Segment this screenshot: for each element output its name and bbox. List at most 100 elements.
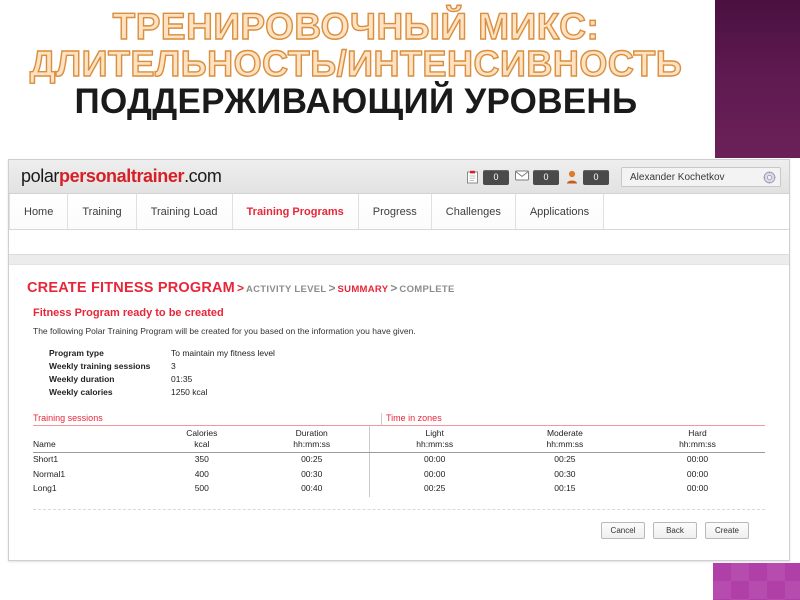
group-header-time-in-zones: Time in zones bbox=[381, 413, 765, 426]
nav-tab-training-programs[interactable]: Training Programs bbox=[232, 194, 359, 229]
column-header-text: Hard bbox=[688, 428, 707, 438]
slide-title: ТРЕНИРОВОЧНЫЙ МИКС: ДЛИТЕЛЬНОСТЬ/ИНТЕНСИ… bbox=[0, 6, 712, 122]
gear-icon[interactable] bbox=[763, 171, 776, 184]
breadcrumb-step-complete: COMPLETE bbox=[399, 284, 455, 295]
cell-moderate: 00:25 bbox=[554, 454, 576, 464]
nav-tab-applications[interactable]: Applications bbox=[515, 194, 605, 229]
summary-label: Weekly calories bbox=[49, 387, 113, 397]
cell-name: Short1 bbox=[33, 454, 59, 464]
messages-count-badge: 0 bbox=[533, 169, 559, 185]
nav-tab-challenges[interactable]: Challenges bbox=[431, 194, 516, 229]
cell-light: 00:25 bbox=[424, 483, 446, 493]
nav-tab-training-load[interactable]: Training Load bbox=[136, 194, 233, 229]
envelope-icon bbox=[515, 170, 529, 184]
friends-counter-group[interactable]: 0 bbox=[565, 169, 609, 185]
summary-value: 01:35 bbox=[171, 374, 193, 384]
clipboard-count-badge: 0 bbox=[483, 169, 509, 185]
cell-light: 00:00 bbox=[424, 454, 446, 464]
nav-tab-home[interactable]: Home bbox=[9, 194, 69, 229]
column-header-calories: Calories kcal bbox=[149, 426, 255, 452]
main-navigation: Home Training Training Load Training Pro… bbox=[9, 194, 789, 230]
cell-hard: 00:00 bbox=[686, 483, 709, 493]
breadcrumb-step-summary[interactable]: SUMMARY bbox=[338, 284, 389, 295]
column-header-hard: Hard hh:mm:ss bbox=[630, 426, 765, 452]
cell-moderate: 00:30 bbox=[554, 468, 576, 479]
column-header-unit: kcal bbox=[194, 439, 210, 449]
column-header-unit: hh:mm:ss bbox=[546, 439, 584, 449]
table-row: Normal1 400 00:30 00:00 00:30 00:00 bbox=[33, 467, 765, 482]
create-button[interactable]: Create bbox=[705, 521, 749, 539]
slide-title-line-2: ДЛИТЕЛЬНОСТЬ/ИНТЕНСИВНОСТЬ bbox=[29, 42, 683, 84]
nav-tab-label: Challenges bbox=[445, 205, 501, 218]
magenta-accent-block bbox=[713, 563, 800, 600]
cell-calories: 350 bbox=[194, 454, 209, 464]
summary-row: Weekly training sessions 3 bbox=[49, 360, 771, 373]
cell-light: 00:00 bbox=[424, 468, 446, 479]
column-header-light: Light hh:mm:ss bbox=[370, 426, 500, 452]
notifications-counter-group[interactable]: 0 bbox=[465, 169, 509, 185]
browser-screenshot: polarpersonaltrainer.com 0 0 0 Alexander… bbox=[8, 159, 790, 561]
section-divider bbox=[33, 508, 765, 510]
column-header-text: Calories bbox=[186, 428, 218, 438]
nav-filler bbox=[604, 194, 789, 229]
nav-tab-training[interactable]: Training bbox=[68, 194, 137, 229]
summary-row: Weekly duration 01:35 bbox=[49, 373, 771, 386]
clipboard-icon bbox=[465, 170, 479, 184]
summary-row: Program type To maintain my fitness leve… bbox=[49, 347, 771, 360]
brand-logo[interactable]: polarpersonaltrainer.com bbox=[21, 166, 222, 187]
sub-navigation-bar bbox=[9, 230, 789, 255]
summary-value: To maintain my fitness level bbox=[171, 348, 275, 358]
column-header-unit: hh:mm:ss bbox=[416, 439, 454, 449]
cell-name: Long1 bbox=[33, 483, 57, 493]
cell-hard: 00:00 bbox=[686, 468, 709, 479]
summary-value: 3 bbox=[171, 361, 176, 371]
friends-count-badge: 0 bbox=[583, 169, 609, 185]
summary-row: Weekly calories 1250 kcal bbox=[49, 386, 771, 399]
ready-heading: Fitness Program ready to be created bbox=[33, 307, 224, 319]
summary-value: 1250 kcal bbox=[171, 387, 208, 397]
column-header-duration: Duration hh:mm:ss bbox=[255, 426, 369, 452]
breadcrumb-step-activity-level[interactable]: ACTIVITY LEVEL bbox=[246, 284, 327, 295]
column-header-unit: hh:mm:ss bbox=[679, 439, 716, 449]
nav-tab-label: Progress bbox=[372, 205, 417, 218]
breadcrumb: CREATE FITNESS PROGRAM > ACTIVITY LEVEL > SU… bbox=[27, 279, 771, 297]
cell-duration: 00:30 bbox=[301, 468, 323, 479]
table-header-row: Name Calories kcal Duration hh:mm:ss Lig… bbox=[33, 426, 765, 453]
site-header: polarpersonaltrainer.com 0 0 0 Alexander… bbox=[9, 160, 789, 194]
content-gap-strip bbox=[9, 255, 789, 265]
breadcrumb-separator-2: > bbox=[328, 281, 336, 295]
logo-text-polar: polar bbox=[21, 166, 60, 186]
summary-list: Program type To maintain my fitness leve… bbox=[49, 347, 771, 399]
messages-counter-group[interactable]: 0 bbox=[515, 169, 559, 185]
slide-title-line-1: ТРЕНИРОВОЧНЫЙ МИКС: bbox=[112, 6, 600, 47]
logo-text-personaltrainer: personaltrainer bbox=[59, 166, 185, 186]
user-name-label: Alexander Kochetkov bbox=[630, 171, 725, 183]
back-button[interactable]: Back bbox=[653, 521, 697, 539]
logo-text-com: .com bbox=[184, 166, 222, 186]
slide-title-line-3: ПОДДЕРЖИВАЮЩИЙ УРОВЕНЬ bbox=[74, 82, 638, 122]
cell-calories: 500 bbox=[194, 483, 209, 493]
cell-duration: 00:40 bbox=[301, 483, 323, 493]
column-header-text: Moderate bbox=[546, 428, 583, 438]
summary-label: Weekly training sessions bbox=[49, 361, 151, 371]
action-button-row: Cancel Back Create bbox=[27, 521, 749, 539]
column-header-unit: hh:mm:ss bbox=[293, 439, 331, 449]
nav-tab-label: Home bbox=[24, 205, 54, 218]
nav-tab-progress[interactable]: Progress bbox=[358, 194, 432, 229]
column-header-text: Light bbox=[425, 428, 444, 438]
cell-calories: 400 bbox=[194, 468, 209, 479]
header-right-group: 0 0 0 Alexander Kochetkov bbox=[465, 160, 781, 194]
cell-moderate: 00:15 bbox=[554, 483, 576, 493]
breadcrumb-title: CREATE FITNESS PROGRAM bbox=[27, 280, 235, 296]
user-name-field[interactable]: Alexander Kochetkov bbox=[621, 167, 781, 187]
nav-tab-label: Training Load bbox=[150, 205, 218, 218]
purple-accent-bar bbox=[715, 0, 800, 158]
page-body: CREATE FITNESS PROGRAM > ACTIVITY LEVEL > SU… bbox=[9, 265, 789, 539]
training-sessions-table: Training sessions Time in zones Name Cal… bbox=[33, 413, 765, 497]
cancel-button[interactable]: Cancel bbox=[601, 521, 645, 539]
table-row: Long1 500 00:40 00:25 00:15 00:00 bbox=[33, 482, 765, 497]
intro-text: The following Polar Training Program wil… bbox=[33, 326, 416, 336]
column-header-text: Name bbox=[33, 439, 56, 449]
nav-tab-label: Training bbox=[82, 205, 122, 218]
cell-name: Normal1 bbox=[33, 468, 66, 479]
